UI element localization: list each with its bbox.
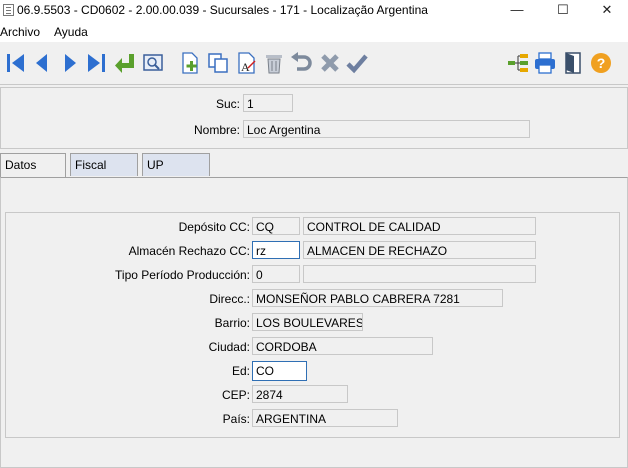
next-icon — [65, 54, 76, 72]
help-icon: ? — [591, 53, 611, 73]
enter-icon — [115, 54, 134, 73]
enter-button[interactable] — [113, 51, 137, 75]
help-glyph: ? — [597, 55, 606, 71]
periodo-desc-field — [303, 265, 536, 283]
cancel-icon — [321, 54, 339, 72]
rechazo-label: Almacén Rechazo CC: — [128, 244, 250, 258]
tab-up[interactable]: UP — [142, 153, 210, 176]
deposito-label: Depósito CC: — [178, 220, 250, 234]
exit-button[interactable] — [561, 51, 585, 75]
suc-label: Suc: — [215, 97, 240, 111]
menu-bar: Archivo Ayuda — [0, 22, 628, 42]
periodo-label: Tipo Período Producción: — [115, 268, 250, 282]
new-record-button[interactable] — [178, 51, 202, 75]
confirm-button[interactable] — [345, 51, 369, 75]
delete-icon — [266, 55, 282, 74]
undo-icon — [291, 52, 312, 71]
last-record-button[interactable] — [84, 51, 108, 75]
app-icon — [3, 4, 14, 16]
print-icon — [535, 52, 555, 74]
new-record-icon — [182, 52, 198, 74]
barrio-field[interactable]: LOS BOULEVARES — [252, 313, 363, 331]
last-icon — [88, 54, 105, 72]
deposito-desc-field: CONTROL DE CALIDAD — [303, 217, 536, 235]
tab-datos[interactable]: Datos — [0, 153, 66, 178]
maximize-button[interactable]: ☐ — [540, 0, 586, 22]
help-button[interactable]: ? — [589, 51, 613, 75]
toolbar: A ? — [0, 44, 628, 85]
deposito-code-field[interactable]: CQ — [252, 217, 300, 235]
periodo-code-field[interactable]: 0 — [252, 265, 300, 283]
copy-button[interactable] — [206, 51, 230, 75]
print-button[interactable] — [533, 51, 557, 75]
nombre-label: Nombre: — [193, 123, 240, 137]
first-icon — [7, 54, 24, 72]
ed-label: Ed: — [231, 364, 250, 378]
undo-button[interactable] — [289, 51, 313, 75]
close-button[interactable]: ✕ — [584, 0, 628, 22]
pais-label: País: — [222, 412, 250, 426]
nombre-field[interactable]: Loc Argentina — [243, 120, 530, 138]
prev-record-button[interactable] — [30, 51, 54, 75]
rechazo-desc-field: ALMACEN DE RECHAZO — [303, 241, 536, 259]
tree-icon — [508, 54, 528, 72]
edit-icon: A — [238, 52, 256, 74]
title-bar[interactable]: 06.9.5503 - CD0602 - 2.00.00.039 - Sucur… — [0, 0, 628, 22]
ciudad-field[interactable]: CORDOBA — [252, 337, 433, 355]
edit-button[interactable]: A — [234, 51, 258, 75]
ciudad-label: Ciudad: — [208, 340, 250, 354]
menu-ayuda[interactable]: Ayuda — [54, 25, 88, 39]
cep-label: CEP: — [221, 388, 250, 402]
suc-field[interactable]: 1 — [243, 94, 293, 112]
tab-fiscal[interactable]: Fiscal — [70, 153, 138, 176]
pais-field[interactable]: ARGENTINA — [252, 409, 398, 427]
menu-archivo[interactable]: Archivo — [0, 25, 40, 39]
confirm-icon — [346, 54, 368, 74]
copy-icon — [208, 53, 228, 73]
minimize-button[interactable]: — — [494, 0, 540, 22]
window-title: 06.9.5503 - CD0602 - 2.00.00.039 - Sucur… — [17, 3, 428, 17]
direcc-label: Direcc.: — [209, 292, 250, 306]
exit-icon — [565, 52, 581, 74]
next-record-button[interactable] — [58, 51, 82, 75]
header-panel — [0, 87, 628, 149]
tree-button[interactable] — [506, 51, 530, 75]
ed-field[interactable]: CO — [252, 361, 307, 381]
direcc-field[interactable]: MONSEÑOR PABLO CABRERA 7281 — [252, 289, 503, 307]
delete-button[interactable] — [262, 51, 286, 75]
rechazo-code-field[interactable]: rz — [252, 241, 300, 259]
preview-icon — [143, 54, 163, 71]
first-record-button[interactable] — [4, 51, 28, 75]
barrio-label: Barrio: — [214, 316, 250, 330]
cep-field[interactable]: 2874 — [252, 385, 348, 403]
cancel-button[interactable] — [318, 51, 342, 75]
prev-icon — [36, 54, 47, 72]
preview-button[interactable] — [141, 51, 165, 75]
